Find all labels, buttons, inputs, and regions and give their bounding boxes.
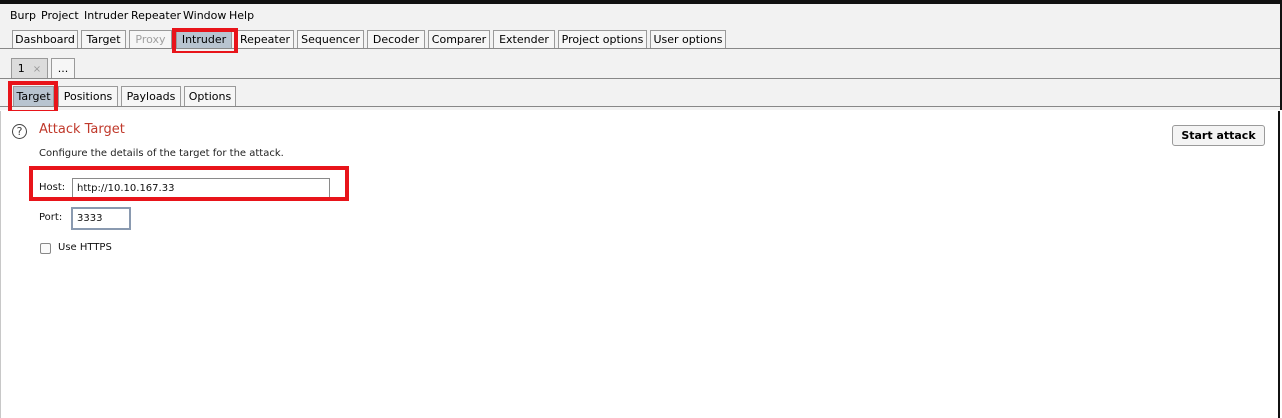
menu-project[interactable]: Project (41, 9, 79, 22)
tab-target[interactable]: Target (81, 30, 126, 48)
host-field-highlight (29, 166, 349, 201)
menu-bar: Burp Project Intruder Repeater Window He… (0, 4, 1282, 25)
tab-repeater[interactable]: Repeater (236, 30, 294, 48)
intruder-tab-highlight (172, 28, 238, 55)
attack-tab-1-label: 1 (17, 62, 25, 75)
tab-proxy[interactable]: Proxy (129, 30, 172, 48)
menu-help[interactable]: Help (229, 9, 254, 22)
menu-repeater[interactable]: Repeater (131, 9, 181, 22)
tab-dashboard[interactable]: Dashboard (12, 30, 78, 48)
section-title: Attack Target (39, 122, 125, 137)
use-https-checkbox[interactable] (40, 243, 51, 254)
config-tab-positions[interactable]: Positions (58, 86, 118, 106)
start-attack-button[interactable]: Start attack (1172, 125, 1265, 146)
config-tab-separator (0, 106, 1280, 107)
tab-project-options[interactable]: Project options (558, 30, 647, 48)
config-tab-options[interactable]: Options (184, 86, 236, 106)
tab-user-options[interactable]: User options (650, 30, 726, 48)
target-tab-highlight (8, 81, 58, 114)
tab-decoder[interactable]: Decoder (367, 30, 425, 48)
tab-extender[interactable]: Extender (493, 30, 555, 48)
attack-tab-1[interactable]: 1 × (11, 58, 48, 78)
config-tab-payloads[interactable]: Payloads (121, 86, 181, 106)
menu-window[interactable]: Window (183, 9, 226, 22)
tab-sequencer[interactable]: Sequencer (297, 30, 364, 48)
menu-intruder[interactable]: Intruder (84, 9, 128, 22)
new-attack-tab[interactable]: ... (51, 58, 75, 78)
port-field[interactable] (71, 207, 131, 230)
attack-tab-separator (0, 78, 1280, 79)
attack-tab-strip (0, 53, 1282, 80)
use-https-label[interactable]: Use HTTPS (58, 242, 112, 253)
tab-comparer[interactable]: Comparer (428, 30, 490, 48)
port-label: Port: (39, 212, 63, 223)
section-description: Configure the details of the target for … (39, 148, 284, 159)
menu-burp[interactable]: Burp (10, 9, 36, 22)
close-icon[interactable]: × (33, 64, 41, 75)
help-icon[interactable]: ? (12, 124, 27, 139)
